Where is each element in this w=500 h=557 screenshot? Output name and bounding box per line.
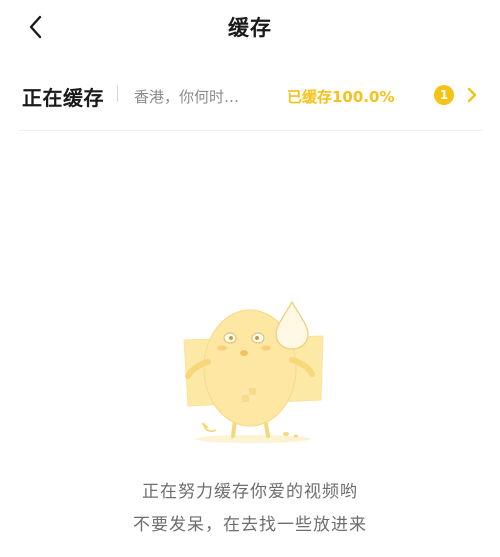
empty-state-message-line2: 不要发呆，在去找一些放进来 [133,515,367,535]
caching-label: 正在缓存 [22,86,104,110]
caching-video-title: 香港，你何时… [134,88,240,106]
header-bar: 缓存 [0,0,500,56]
cache-page: 缓存 正在缓存 香港，你何时… 已缓存100.0% 1 正在努力缓存你爱的视频哟… [0,0,500,557]
caching-count-badge: 1 [434,85,454,105]
empty-state-message-line1: 正在努力缓存你爱的视频哟 [142,482,358,502]
page-title: 缓存 [228,16,272,40]
sweating-potato-mascot-illustration [183,300,324,443]
row-divider [18,130,482,131]
caching-progress-text: 已缓存100.0% [287,88,395,106]
divider [117,85,118,102]
chevron-right-icon [467,87,477,103]
caching-item-row[interactable]: 正在缓存 香港，你何时… 已缓存100.0% 1 [0,62,500,128]
